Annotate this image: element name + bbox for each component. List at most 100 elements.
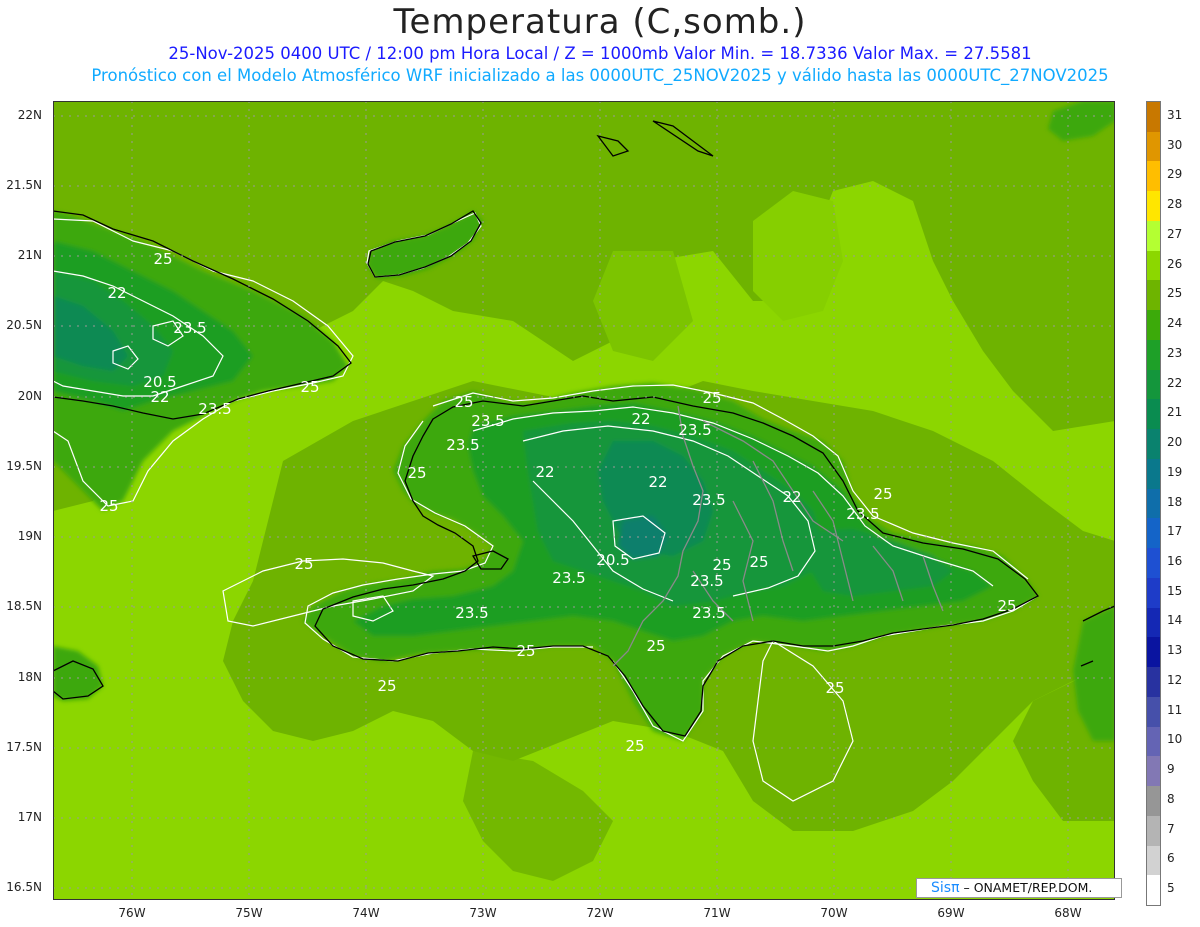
lon-label: 75W	[235, 906, 263, 920]
colorbar-label: 20	[1167, 435, 1183, 450]
contour-label: 23.5	[692, 604, 725, 622]
colorbar-label: 11	[1167, 702, 1183, 717]
map-title: Temperatura (C,somb.)	[393, 2, 807, 42]
lat-label: 20.5N	[6, 318, 42, 332]
contour-label: 23.5	[455, 604, 488, 622]
colorbar-cell	[1147, 667, 1160, 698]
contour-label: 25	[749, 553, 768, 571]
colorbar-cell	[1147, 488, 1160, 519]
colorbar-cell	[1147, 458, 1160, 490]
colorbar-label: 9	[1167, 762, 1175, 777]
lat-label: 17N	[17, 810, 42, 824]
contour-label: 25	[407, 464, 426, 482]
contour-label: 25	[516, 642, 535, 660]
colorbar-cell	[1147, 339, 1160, 371]
contour-label: 25	[377, 677, 396, 695]
colorbar-label: 26	[1167, 256, 1183, 271]
lat-label: 19N	[17, 529, 42, 543]
contour-label: 25	[997, 597, 1016, 615]
colorbar-cell	[1147, 518, 1160, 549]
lon-label: 74W	[352, 906, 380, 920]
colorbar-label: 7	[1167, 821, 1175, 836]
lat-label: 19.5N	[6, 459, 42, 473]
colorbar-label: 12	[1167, 672, 1183, 687]
colorbar-label: 24	[1167, 316, 1183, 331]
contour-label: 23.5	[173, 319, 206, 337]
lat-label: 16.5N	[6, 880, 42, 894]
contour-label: 25	[825, 679, 844, 697]
lat-label: 18N	[17, 670, 42, 684]
contour-label: 25	[99, 497, 118, 515]
contour-label: 23.5	[692, 491, 725, 509]
colorbar-label: 6	[1167, 851, 1175, 866]
lon-label: 69W	[937, 906, 965, 920]
colorbar-label: 8	[1167, 791, 1175, 806]
colorbar-cell	[1147, 875, 1160, 906]
colorbar-cell	[1147, 696, 1160, 728]
colorbar-label: 10	[1167, 732, 1183, 747]
colorbar-label: 25	[1167, 286, 1183, 301]
credit-brand: Sisπ	[931, 880, 960, 896]
credit-box: Sisπ – ONAMET/REP.DOM.	[916, 878, 1122, 898]
temperature-colorbar	[1146, 101, 1161, 906]
lon-label: 76W	[118, 906, 146, 920]
contour-label: 25	[625, 737, 644, 755]
contour-label: 25	[712, 556, 731, 574]
contour-label: 22	[150, 388, 169, 406]
contour-label: 22	[535, 463, 554, 481]
colorbar-cell	[1147, 607, 1160, 638]
lat-label: 22N	[17, 108, 42, 122]
contour-label: 23.5	[846, 505, 879, 523]
colorbar-label: 23	[1167, 345, 1183, 360]
credit-text: – ONAMET/REP.DOM.	[959, 880, 1093, 895]
contour-label: 23.5	[690, 572, 723, 590]
colorbar-cell	[1147, 429, 1160, 460]
colorbar-label: 15	[1167, 583, 1183, 598]
contour-label: 23.5	[678, 421, 711, 439]
colorbar-label: 28	[1167, 197, 1183, 212]
colorbar-cell	[1147, 726, 1160, 757]
colorbar-cell	[1147, 250, 1160, 281]
colorbar-cell	[1147, 369, 1160, 400]
lon-label: 72W	[586, 906, 614, 920]
subtitle-valid-time: 25-Nov-2025 0400 UTC / 12:00 pm Hora Loc…	[168, 44, 1032, 63]
lat-label: 17.5N	[6, 740, 42, 754]
contour-label: 23.5	[471, 412, 504, 430]
colorbar-cell	[1147, 577, 1160, 609]
colorbar-cell	[1147, 548, 1160, 579]
colorbar-cell	[1147, 191, 1160, 222]
lat-label: 21N	[17, 248, 42, 262]
contour-label: 22	[631, 410, 650, 428]
colorbar-cell	[1147, 845, 1160, 876]
colorbar-label: 27	[1167, 226, 1183, 241]
colorbar-cell	[1147, 756, 1160, 787]
lat-label: 21.5N	[6, 178, 42, 192]
colorbar-label: 17	[1167, 524, 1183, 539]
colorbar-cell	[1147, 280, 1160, 311]
colorbar-cell	[1147, 399, 1160, 430]
colorbar-label: 14	[1167, 613, 1183, 628]
contour-label: 22	[107, 284, 126, 302]
colorbar-label: 21	[1167, 405, 1183, 420]
contour-label: 25	[300, 378, 319, 396]
colorbar-cell	[1147, 786, 1160, 817]
colorbar-label: 13	[1167, 643, 1183, 658]
subtitle-model-info: Pronóstico con el Modelo Atmosférico WRF…	[91, 66, 1109, 85]
contour-label: 22	[648, 473, 667, 491]
colorbar-cell	[1147, 161, 1160, 192]
contour-label: 25	[873, 485, 892, 503]
contour-label: 25	[702, 389, 721, 407]
lon-label: 70W	[820, 906, 848, 920]
colorbar-label: 16	[1167, 553, 1183, 568]
contour-label: 23.5	[198, 400, 231, 418]
colorbar-cell	[1147, 637, 1160, 668]
contour-label: 23.5	[446, 436, 479, 454]
contour-label: 22	[782, 488, 801, 506]
colorbar-cell	[1147, 131, 1160, 162]
colorbar-label: 30	[1167, 137, 1183, 152]
colorbar-cell	[1147, 815, 1160, 846]
colorbar-label: 29	[1167, 167, 1183, 182]
contour-label: 25	[646, 637, 665, 655]
colorbar-label: 18	[1167, 494, 1183, 509]
colorbar-label: 31	[1167, 107, 1183, 122]
